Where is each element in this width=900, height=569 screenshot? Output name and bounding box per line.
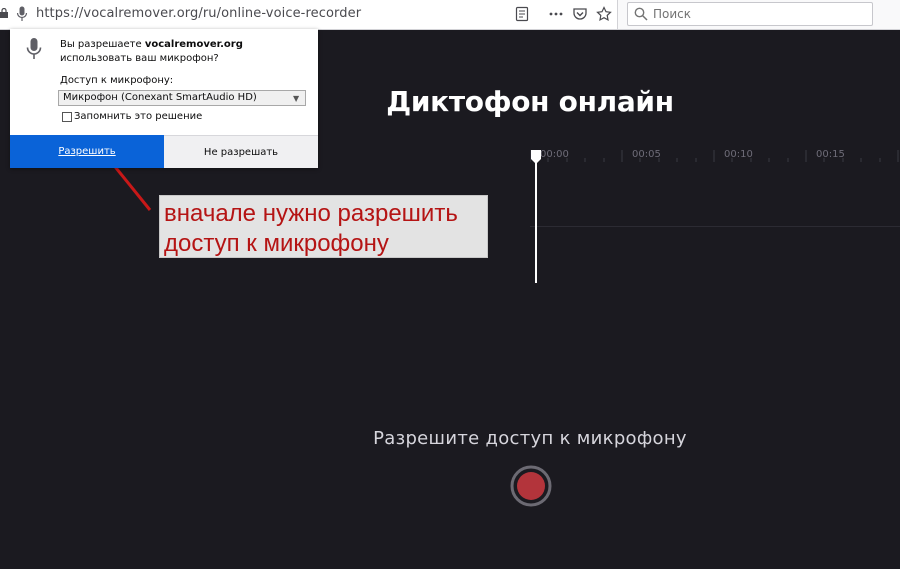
permission-question: Вы разрешаете vocalremover.org использов… [60, 39, 243, 64]
annotation-note: вначале нужно разрешить доступ к микрофо… [159, 195, 488, 258]
site-name: vocalremover.org [144, 39, 243, 50]
chevron-down-icon: ▼ [293, 94, 300, 103]
microphone-permission-dialog: Вы разрешаете vocalremover.org использов… [10, 29, 318, 168]
browser-toolbar: https://vocalremover.org/ru/online-voice… [0, 0, 900, 30]
device-label: Доступ к микрофону: [60, 75, 174, 86]
device-selected-value: Микрофон (Conexant SmartAudio HD) [63, 92, 257, 103]
reader-view-icon[interactable] [514, 6, 530, 22]
url-text[interactable]: https://vocalremover.org/ru/online-voice… [36, 6, 361, 21]
microphone-device-select[interactable]: Микрофон (Conexant SmartAudio HD) ▼ [58, 90, 306, 106]
search-placeholder: Поиск [653, 7, 692, 21]
annotation-line: вначале нужно разрешить [164, 200, 458, 227]
record-button[interactable] [510, 465, 552, 507]
timeline-tick-label: 00:05 [632, 149, 661, 160]
allow-button[interactable]: Разрешить [10, 135, 164, 168]
microphone-icon [26, 38, 42, 59]
microphone-status: Разрешите доступ к микрофону [373, 428, 687, 449]
timeline-tick-label: 00:10 [724, 149, 753, 160]
waveform-baseline [530, 226, 900, 227]
page-title: Диктофон онлайн [386, 85, 674, 118]
lock-icon[interactable] [0, 8, 8, 18]
more-actions-icon[interactable] [548, 6, 564, 22]
deny-button[interactable]: Не разрешать [164, 135, 318, 168]
timeline-tick-label: 00:15 [816, 149, 845, 160]
timeline-tick-label: 00:00 [540, 149, 569, 160]
bookmark-star-icon[interactable] [596, 6, 612, 22]
address-bar[interactable]: https://vocalremover.org/ru/online-voice… [0, 0, 618, 29]
pocket-icon[interactable] [572, 6, 588, 22]
deny-button-label: Не разрешать [203, 147, 279, 158]
microphone-permission-icon[interactable] [16, 6, 28, 22]
playhead-marker[interactable] [530, 148, 544, 283]
remember-checkbox[interactable] [62, 112, 72, 122]
search-icon [634, 7, 648, 21]
annotation-line: доступ к микрофону [164, 230, 389, 257]
timeline-ruler [530, 150, 899, 162]
waveform-timeline[interactable]: 00:00 00:05 00:10 00:15 [530, 140, 900, 280]
allow-button-label: Разрешить [58, 146, 116, 157]
search-box[interactable]: Поиск [627, 2, 873, 26]
remember-label[interactable]: Запомнить это решение [74, 111, 202, 122]
